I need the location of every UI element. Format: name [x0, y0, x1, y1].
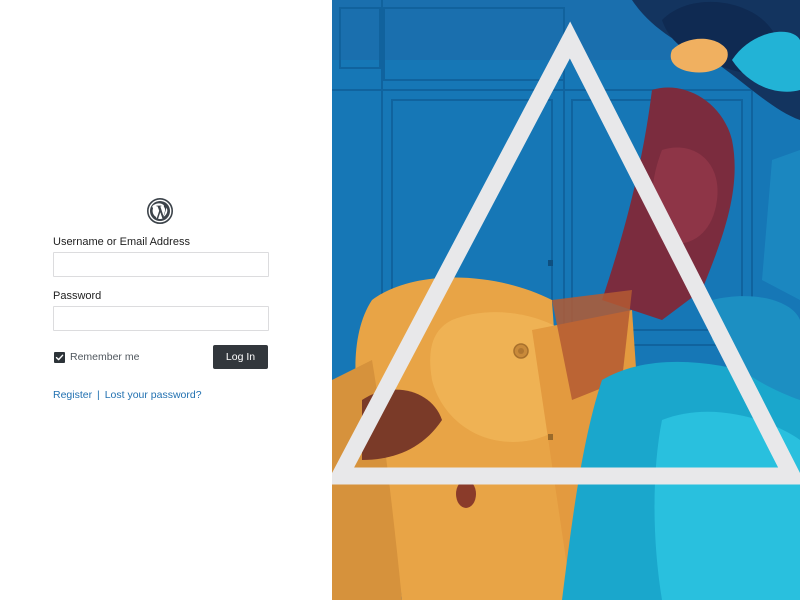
remember-me-row[interactable]: Remember me [54, 350, 139, 364]
checkmark-icon [55, 354, 64, 360]
lost-password-link[interactable]: Lost your password? [105, 389, 202, 401]
login-page: Username or Email Address Password Remem… [0, 0, 800, 600]
username-label: Username or Email Address [53, 236, 190, 248]
login-panel: Username or Email Address Password Remem… [0, 0, 332, 600]
register-link[interactable]: Register [53, 389, 92, 401]
remember-me-checkbox[interactable] [54, 351, 65, 363]
log-in-button[interactable]: Log In [213, 345, 268, 369]
username-input[interactable] [53, 252, 269, 277]
login-links: Register | Lost your password? [53, 389, 202, 401]
background-mural-image [332, 0, 800, 600]
password-label: Password [53, 290, 102, 302]
link-separator: | [97, 389, 100, 401]
remember-me-label: Remember me [70, 351, 140, 363]
password-input[interactable] [53, 306, 269, 331]
wordpress-logo-icon[interactable] [147, 198, 173, 224]
